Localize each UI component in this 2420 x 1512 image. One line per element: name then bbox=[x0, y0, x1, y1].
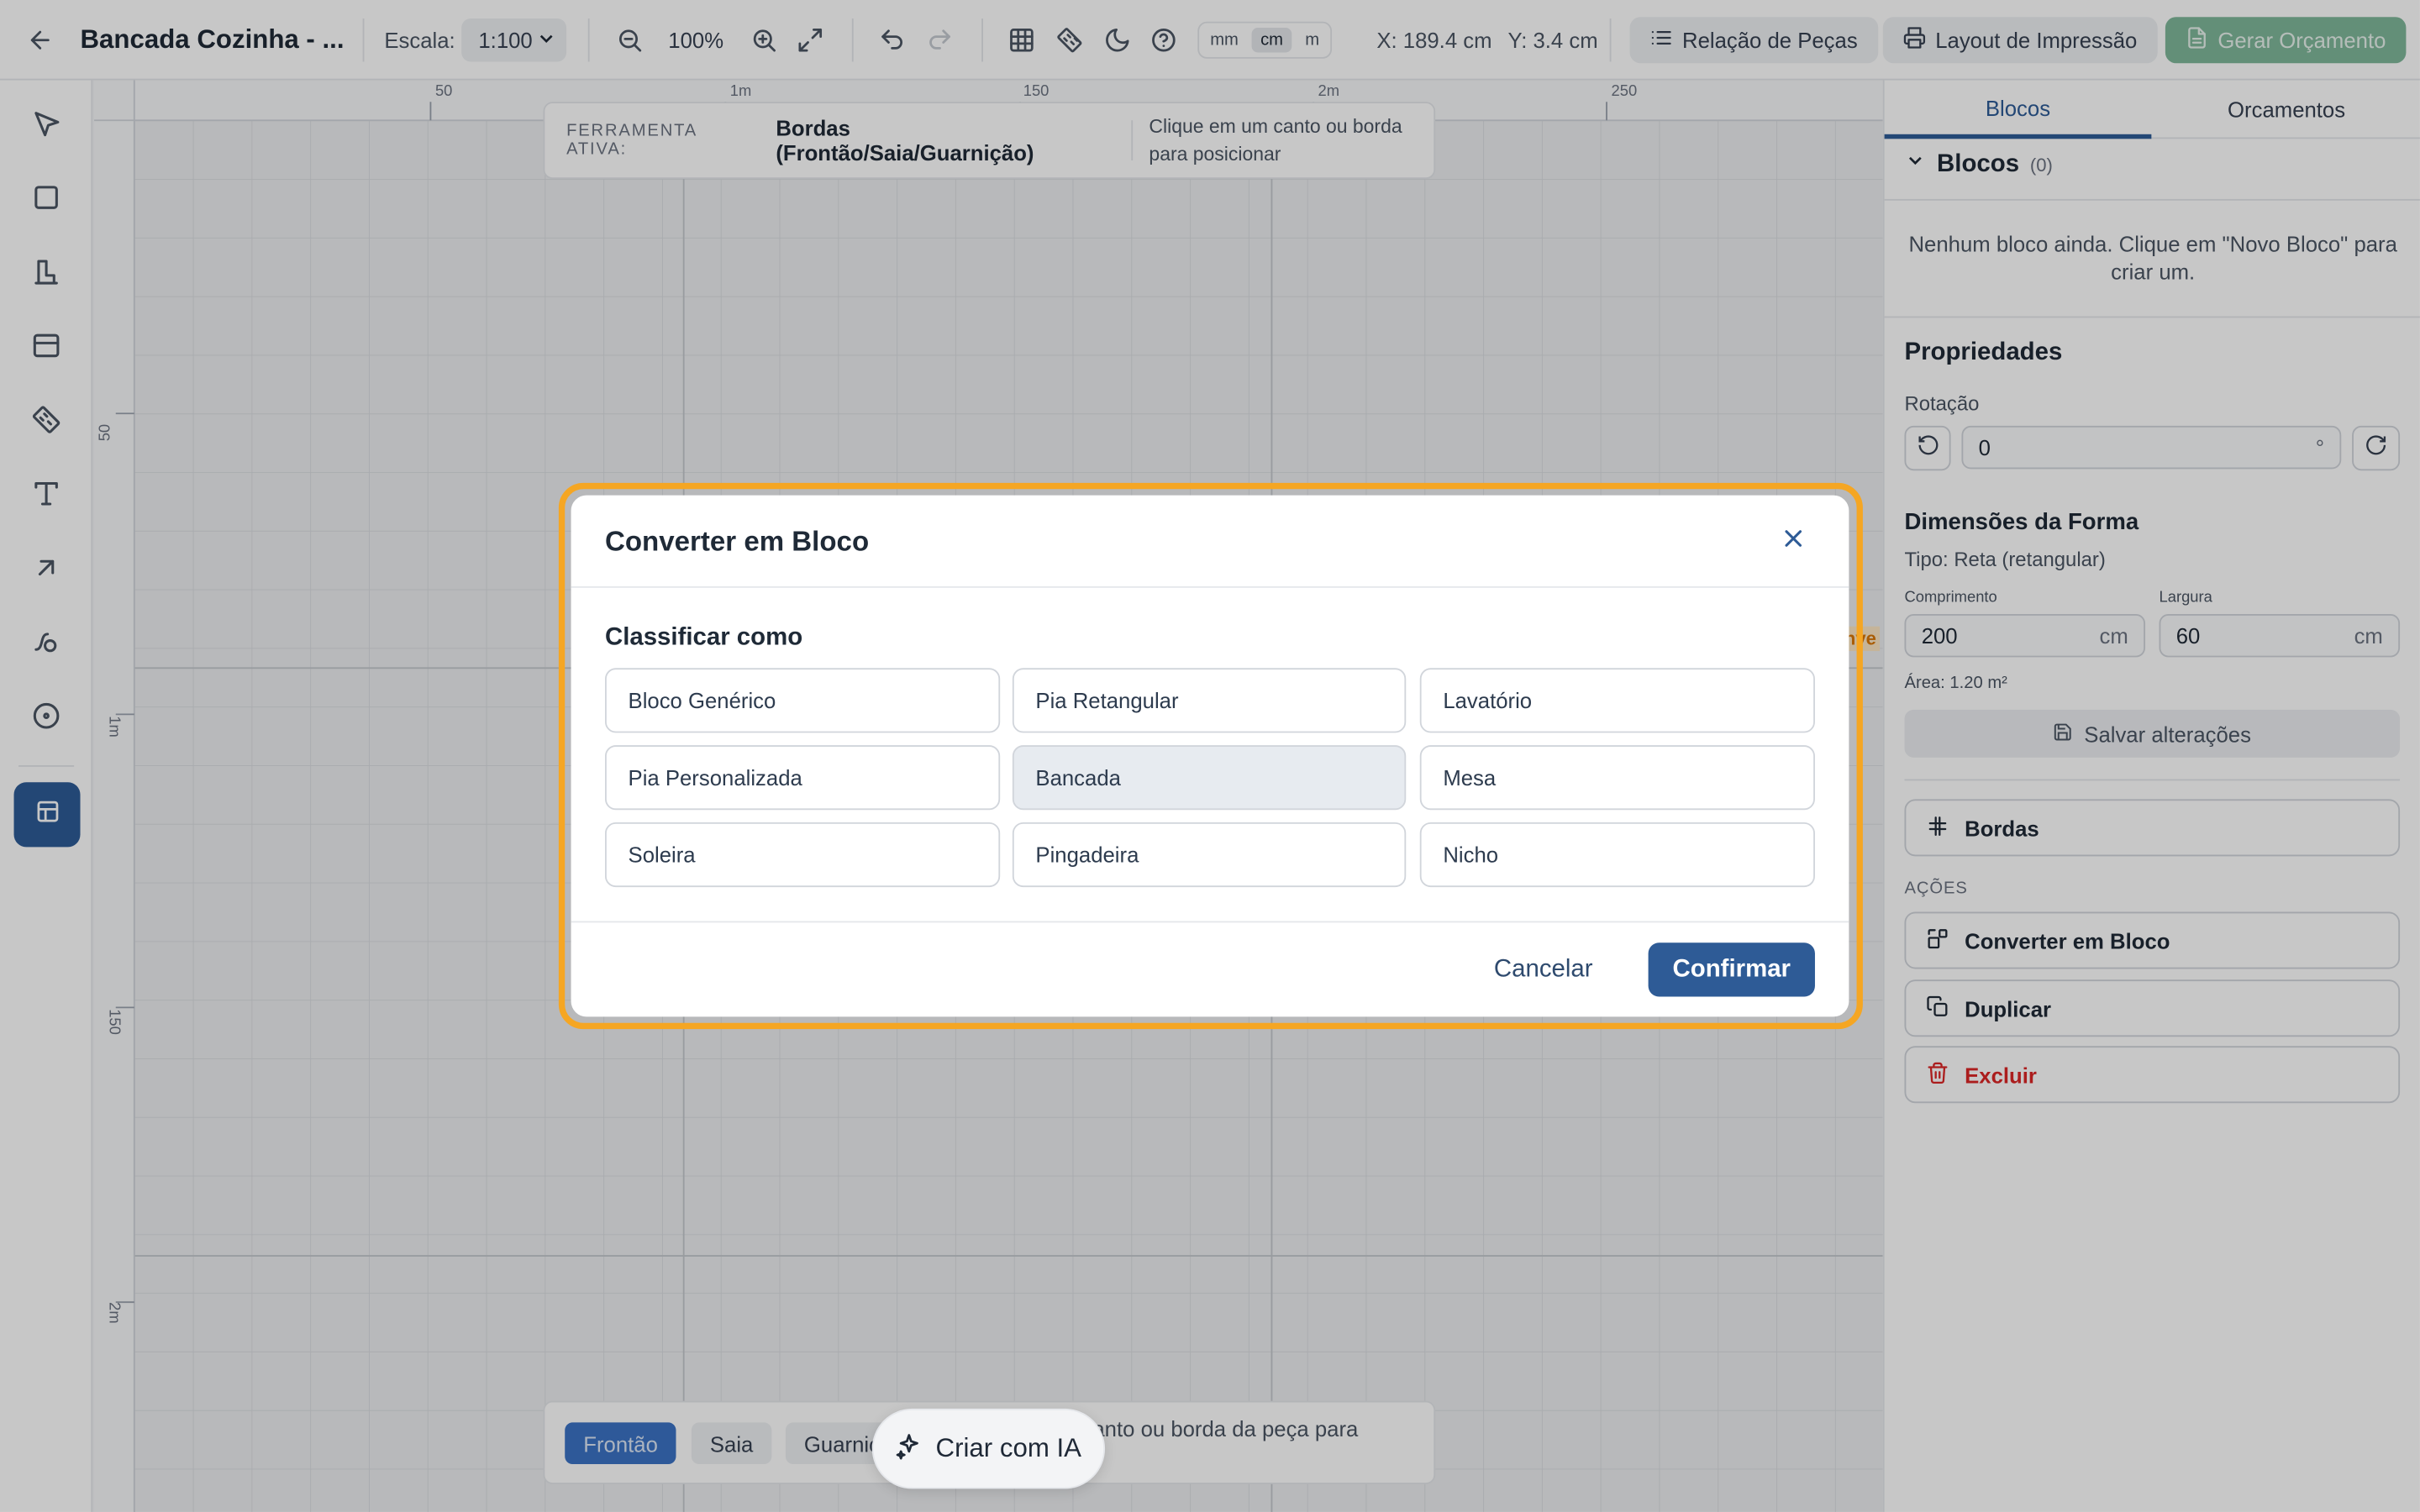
dialog-title: Converter em Bloco bbox=[604, 526, 870, 558]
create-with-ai-label: Criar com IA bbox=[935, 1433, 1082, 1463]
classify-option-pia-retangular[interactable]: Pia Retangular bbox=[1012, 668, 1407, 733]
create-with-ai-button[interactable]: Criar com IA bbox=[871, 1408, 1106, 1489]
divider bbox=[571, 921, 1849, 923]
classify-label: Classificar como bbox=[604, 624, 803, 652]
confirm-button[interactable]: Confirmar bbox=[1648, 942, 1815, 997]
app-window: Bancada Cozinha - ... Escala: 1:100 100% bbox=[0, 0, 2420, 1512]
convert-block-dialog: Converter em Bloco Classificar como Bloc… bbox=[571, 495, 1849, 1017]
classify-option-mesa[interactable]: Mesa bbox=[1419, 745, 1815, 811]
cancel-button[interactable]: Cancelar bbox=[1494, 942, 1593, 996]
classify-option-bancada[interactable]: Bancada bbox=[1012, 745, 1407, 811]
divider bbox=[571, 585, 1849, 588]
classify-option-soleira[interactable]: Soleira bbox=[604, 822, 1001, 888]
classify-option-pingadeira[interactable]: Pingadeira bbox=[1012, 822, 1407, 888]
dialog-close-button[interactable] bbox=[1775, 523, 1812, 560]
classify-option-pia-personalizada[interactable]: Pia Personalizada bbox=[604, 745, 1001, 811]
classify-option-nicho[interactable]: Nicho bbox=[1419, 822, 1815, 888]
sparkles-icon bbox=[896, 1431, 923, 1467]
classify-option-bloco-generico[interactable]: Bloco Genérico bbox=[604, 668, 1001, 733]
classify-option-lavatorio[interactable]: Lavatório bbox=[1419, 668, 1815, 733]
close-icon bbox=[1780, 524, 1807, 559]
